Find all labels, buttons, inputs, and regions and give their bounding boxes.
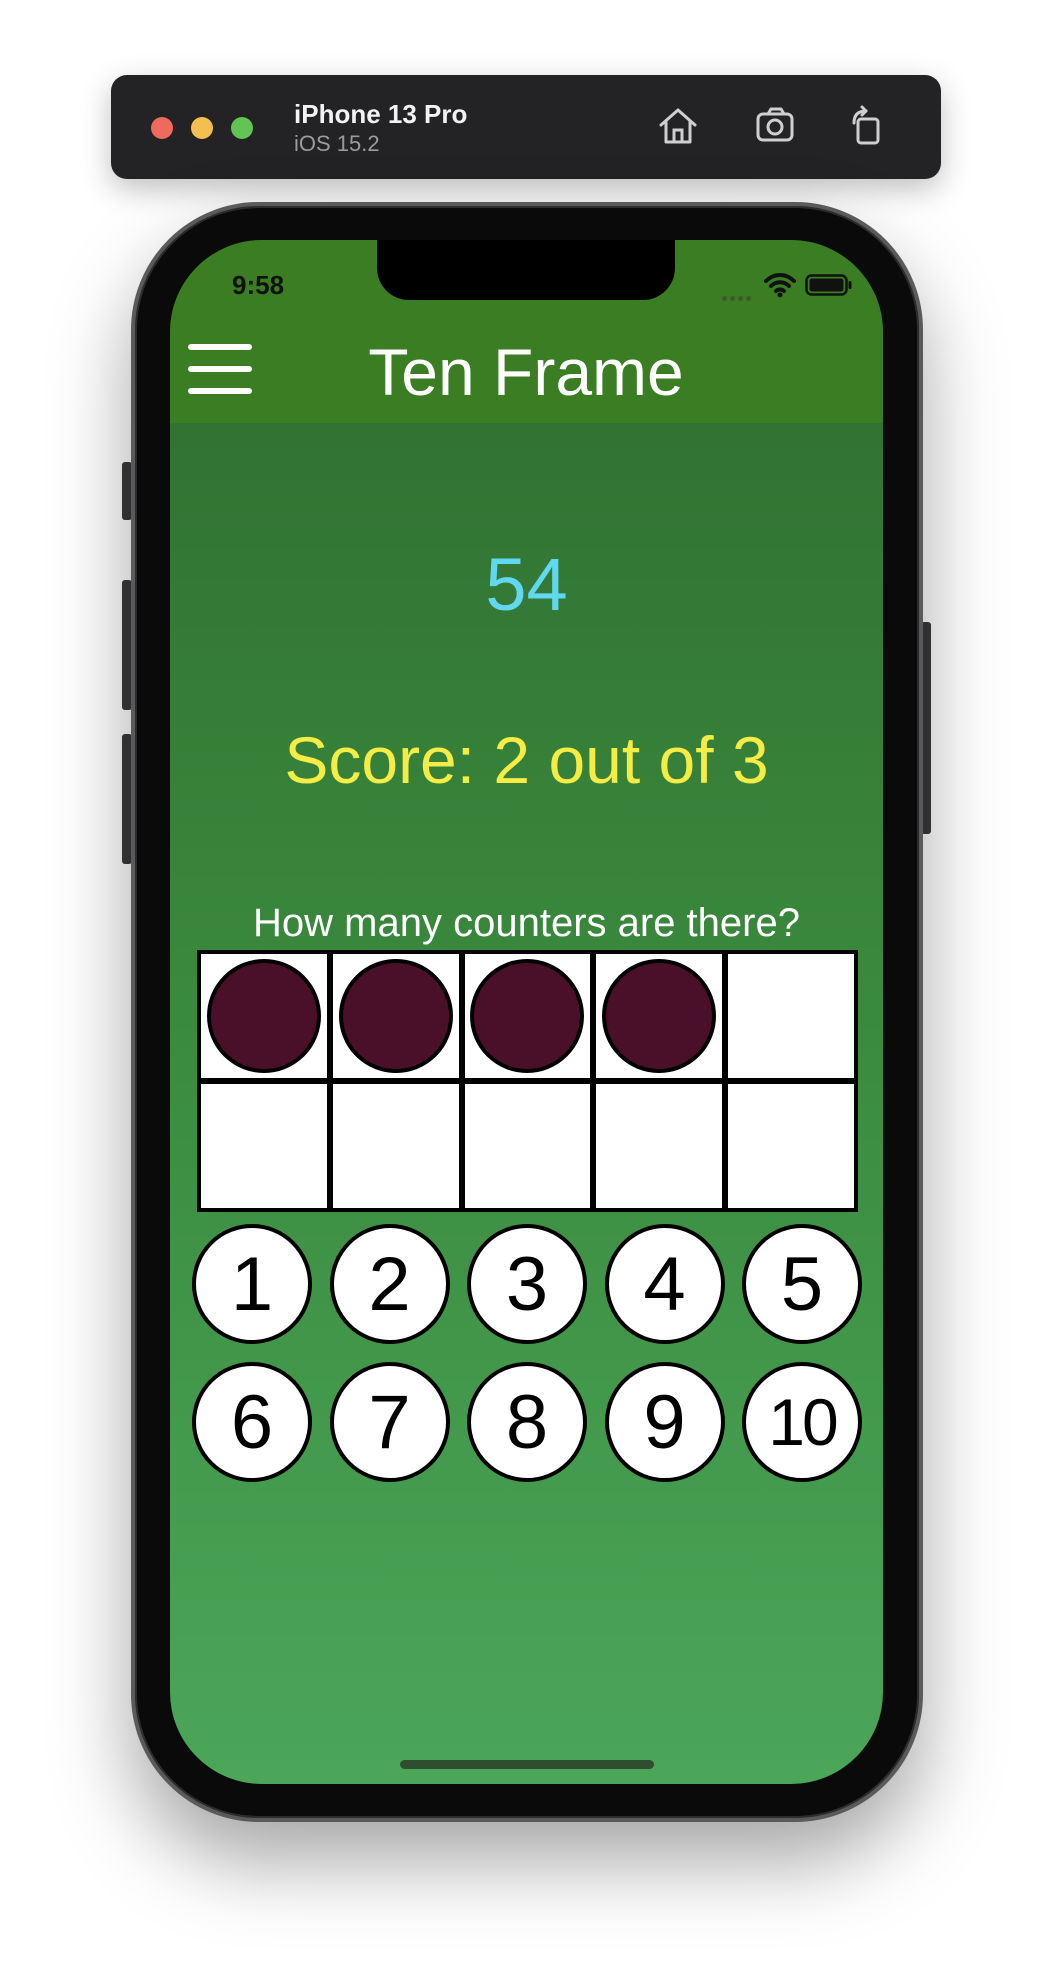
- ten-frame-cell: [596, 954, 723, 1078]
- phone-screen: 9:58 Ten Frame 54 Score: 2 out of 3 How …: [170, 240, 883, 1784]
- number-display: 54: [485, 543, 568, 626]
- answer-button-5[interactable]: 5: [742, 1224, 862, 1344]
- ten-frame-cell: [332, 1084, 459, 1208]
- notch: [377, 240, 675, 300]
- minimize-window-button[interactable]: [191, 117, 213, 139]
- hamburger-menu-icon[interactable]: [188, 344, 252, 394]
- os-version: iOS 15.2: [294, 131, 380, 156]
- counter: [470, 959, 585, 1073]
- score-label: Score: 2 out of 3: [284, 723, 769, 797]
- question-label: How many counters are there?: [253, 901, 800, 945]
- ten-frame-cell: [728, 954, 854, 1078]
- device-name: iPhone 13 Pro: [294, 99, 468, 129]
- counter: [338, 959, 453, 1073]
- ten-frame-cell: [201, 1084, 327, 1208]
- wifi-icon: [764, 273, 796, 298]
- cellular-signal-icon: [722, 288, 754, 306]
- zoom-window-button[interactable]: [231, 117, 253, 139]
- ten-frame-cell: [464, 1084, 591, 1208]
- page-title: Ten Frame: [368, 335, 684, 409]
- answer-button-3[interactable]: 3: [467, 1224, 587, 1344]
- answer-button-8[interactable]: 8: [467, 1362, 587, 1482]
- battery-icon: [805, 274, 852, 296]
- home-indicator: [400, 1760, 654, 1769]
- answer-button-2[interactable]: 2: [329, 1224, 450, 1344]
- ten-frame-cell: [201, 954, 327, 1078]
- ten-frame-cell: [728, 1084, 854, 1208]
- answer-button-1[interactable]: 1: [192, 1224, 312, 1344]
- home-icon[interactable]: [655, 103, 701, 149]
- ten-frame: [197, 950, 858, 1212]
- answer-button-9[interactable]: 9: [604, 1362, 725, 1482]
- status-bar-time: 9:58: [232, 270, 285, 300]
- answer-button-7[interactable]: 7: [329, 1362, 450, 1482]
- counter: [206, 959, 321, 1073]
- counter: [602, 959, 717, 1073]
- ten-frame-cell: [464, 954, 591, 1078]
- answer-button-4[interactable]: 4: [604, 1224, 725, 1344]
- rotate-icon[interactable]: [844, 103, 890, 149]
- close-window-button[interactable]: [151, 117, 173, 139]
- simulator-toolbar: iPhone 13 Pro iOS 15.2: [111, 75, 941, 179]
- ten-frame-cell: [596, 1084, 723, 1208]
- answer-button-6[interactable]: 6: [192, 1362, 312, 1482]
- simulator-stage: iPhone 13 Pro iOS 15.2 9:58 Ten Frame 54…: [0, 0, 1052, 1974]
- answer-grid: 1 2 3 4 5 6 7 8 9 10: [192, 1224, 862, 1482]
- ten-frame-cell: [332, 954, 459, 1078]
- screenshot-icon[interactable]: [753, 103, 799, 149]
- answer-button-10[interactable]: 10: [742, 1362, 862, 1482]
